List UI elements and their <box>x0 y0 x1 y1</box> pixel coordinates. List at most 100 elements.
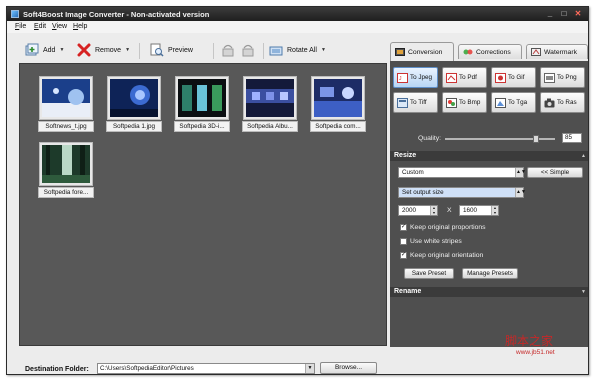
tab-corrections[interactable]: Corrections <box>458 44 522 59</box>
to-jpeg-button[interactable]: J To Jpeg <box>393 67 438 88</box>
jpeg-icon: J <box>397 72 408 83</box>
menu-view[interactable]: View <box>52 23 67 30</box>
chevron-down-icon[interactable]: ▼ <box>581 287 586 297</box>
dimension-separator: X <box>447 207 452 214</box>
settings-tabs: Conversion Corrections Watermark <box>390 42 588 61</box>
browse-button[interactable]: Browse... <box>320 362 377 374</box>
gallery-item[interactable]: Softpedia 1.jpg <box>106 76 162 132</box>
remove-button[interactable]: Remove ▼ <box>77 43 130 57</box>
add-button[interactable]: Add ▼ <box>25 43 64 57</box>
preview-icon <box>150 43 164 57</box>
quality-slider[interactable] <box>445 135 555 143</box>
gallery-item[interactable]: Softpedia fore... <box>38 142 94 198</box>
rotate-all-button[interactable]: Rotate All ▼ <box>269 43 326 57</box>
destination-folder-input[interactable]: C:\Users\SoftpediaEditor\Pictures ▼ <box>97 363 315 374</box>
to-ras-button[interactable]: To Ras <box>540 92 585 113</box>
close-button[interactable]: ✕ <box>573 9 583 18</box>
gallery-item[interactable]: Softpedia Albu... <box>242 76 298 132</box>
quality-input[interactable]: 85 <box>562 133 582 143</box>
height-value: 1600 <box>463 207 478 214</box>
to-tga-button[interactable]: To Tga <box>491 92 536 113</box>
format-label: To Tiff <box>410 99 427 106</box>
rotate-right-button[interactable] <box>241 43 255 57</box>
manage-presets-button[interactable]: Manage Presets <box>462 268 518 279</box>
minimize-button[interactable]: _ <box>545 9 555 18</box>
to-pdf-button[interactable]: To Pdf <box>442 67 487 88</box>
resize-header-label: Resize <box>394 152 417 159</box>
to-tiff-button[interactable]: To Tiff <box>393 92 438 113</box>
menu-edit[interactable]: Edit <box>34 23 46 30</box>
quality-slider-thumb[interactable] <box>533 135 539 143</box>
to-gif-button[interactable]: To Gif <box>491 67 536 88</box>
tab-conversion[interactable]: Conversion <box>390 42 454 61</box>
thumbnail-image <box>42 145 90 183</box>
thumbnail-caption: Softpedia fore... <box>38 187 94 198</box>
thumbnail-image <box>42 79 90 117</box>
preview-label: Preview <box>168 46 193 54</box>
width-value: 2000 <box>402 207 417 214</box>
thumbnail-frame <box>39 76 93 120</box>
rotate-left-icon <box>221 43 235 57</box>
watermark-icon <box>531 48 541 56</box>
toolbar-separator <box>213 43 214 59</box>
thumbnail-frame <box>175 76 229 120</box>
toolbar-separator <box>139 43 140 59</box>
thumbnail-image <box>110 79 158 117</box>
add-dropdown-icon[interactable]: ▼ <box>59 47 64 53</box>
destination-folder-path: C:\Users\SoftpediaEditor\Pictures <box>100 365 194 372</box>
corrections-icon <box>463 49 473 55</box>
menu-file[interactable]: File <box>15 23 26 30</box>
checkbox-label: Keep original proportions <box>410 224 486 231</box>
keep-proportions-checkbox[interactable]: ✓ Keep original proportions <box>400 224 486 231</box>
save-preset-button[interactable]: Save Preset <box>404 268 454 279</box>
remove-dropdown-icon[interactable]: ▼ <box>125 47 130 53</box>
resize-section-header[interactable]: Resize ▲ <box>390 151 588 161</box>
thumbnail-caption: Softpedia 3D-i... <box>174 121 230 132</box>
toolbar-separator <box>263 43 264 59</box>
white-stripes-checkbox[interactable]: Use white stripes <box>400 238 462 245</box>
to-png-button[interactable]: To Png <box>540 67 585 88</box>
menu-help[interactable]: Help <box>73 23 87 30</box>
panel-background <box>390 301 588 347</box>
resize-mode-select[interactable]: Set output size ▲▼ <box>398 187 526 198</box>
chevron-down-icon[interactable]: ▲▼ <box>515 168 526 177</box>
rotate-right-icon <box>241 43 255 57</box>
resize-preset-select[interactable]: Custom ▲▼ <box>398 167 526 178</box>
checkbox-checked-icon[interactable]: ✓ <box>400 224 407 231</box>
gallery-item[interactable]: Softnews_t.jpg <box>38 76 94 132</box>
tiff-icon <box>397 97 408 108</box>
height-input[interactable]: 1600 ▲ ▼ <box>459 205 499 216</box>
gallery-item[interactable]: Softpedia com... <box>310 76 366 132</box>
tab-label: Corrections <box>476 48 511 56</box>
keep-orientation-checkbox[interactable]: ✓ Keep original orientation <box>400 252 483 259</box>
format-label: To Tga <box>508 99 528 106</box>
thumbnail-caption: Softpedia Albu... <box>242 121 298 132</box>
format-label: To Gif <box>508 74 525 81</box>
width-input[interactable]: 2000 ▲ ▼ <box>398 205 438 216</box>
spinner-icon[interactable]: ▲ ▼ <box>430 206 437 215</box>
checkbox-checked-icon[interactable]: ✓ <box>400 252 407 259</box>
rotate-left-button[interactable] <box>221 43 235 57</box>
maximize-button[interactable]: □ <box>559 9 569 18</box>
spinner-icon[interactable]: ▲ ▼ <box>491 206 498 215</box>
simple-button[interactable]: << Simple <box>527 167 583 178</box>
checkbox-label: Use white stripes <box>410 238 462 245</box>
gif-icon <box>495 72 506 83</box>
add-label: Add <box>43 46 56 54</box>
to-bmp-button[interactable]: To Bmp <box>442 92 487 113</box>
rename-section-header[interactable]: Rename ▼ <box>390 287 588 297</box>
title-bar[interactable]: Soft4Boost Image Converter - Non-activat… <box>7 7 588 21</box>
gallery-item[interactable]: Softpedia 3D-i... <box>174 76 230 132</box>
chevron-down-icon[interactable]: ▼ <box>305 364 314 373</box>
image-gallery[interactable]: Softnews_t.jpg Softpedia 1.jpg Softpedia… <box>19 63 387 346</box>
watermark-logo: 脚本之家 <box>505 334 554 348</box>
rotate-all-dropdown-icon[interactable]: ▼ <box>321 47 326 53</box>
rename-header-label: Rename <box>394 288 422 295</box>
chevron-down-icon[interactable]: ▲▼ <box>515 188 526 197</box>
chevron-up-icon[interactable]: ▲ <box>581 151 586 161</box>
preview-button[interactable]: Preview <box>150 43 193 57</box>
checkbox-unchecked-icon[interactable] <box>400 238 407 245</box>
tab-watermark[interactable]: Watermark <box>526 44 588 59</box>
conversion-panel: J To Jpeg To Pdf To Gif To Png To Tiff T… <box>390 61 588 301</box>
add-files-icon <box>25 43 39 57</box>
